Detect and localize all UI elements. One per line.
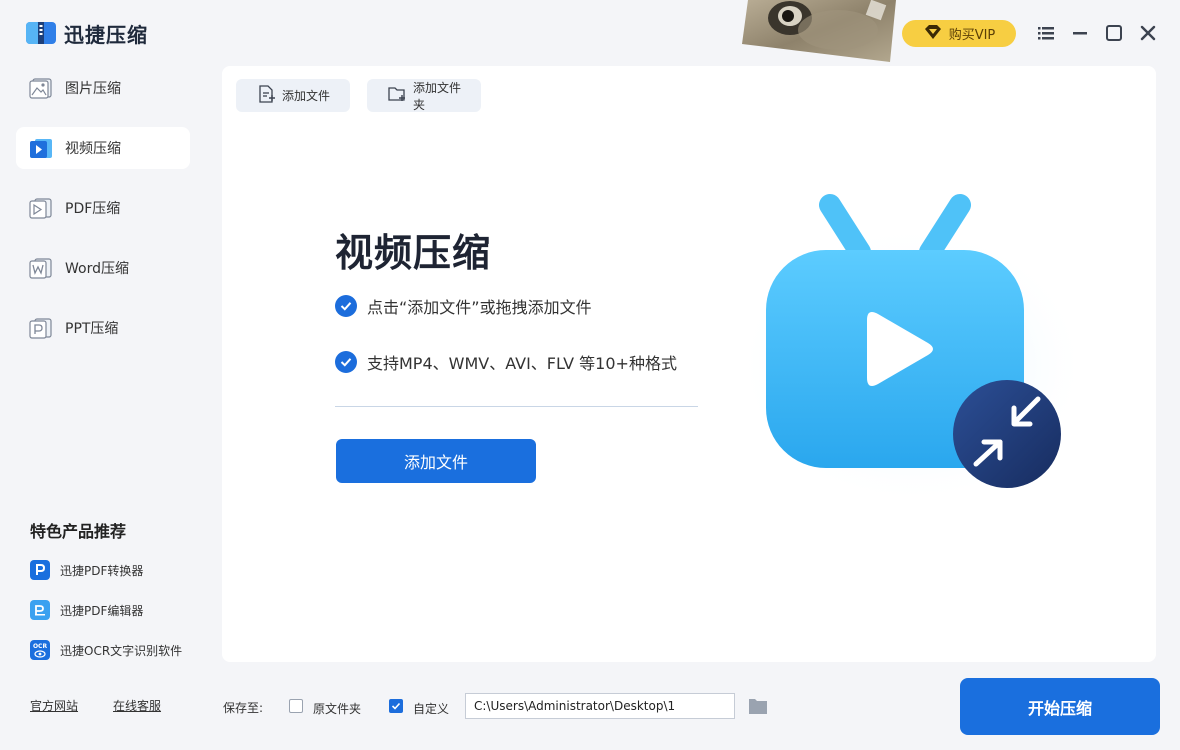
buy-vip-button[interactable]: 购买VIP [902, 20, 1016, 47]
custom-folder-label: 自定义 [413, 702, 450, 716]
sidebar-item-word-compress[interactable]: Word压缩 [16, 247, 190, 289]
recommend-item-pdf-converter[interactable]: 迅捷PDF转换器 [30, 560, 143, 580]
app-title: 迅捷压缩 [64, 23, 148, 47]
menu-icon[interactable] [1035, 22, 1057, 44]
original-folder-checkbox[interactable] [289, 699, 303, 713]
diamond-icon [923, 24, 943, 44]
sidebar-item-label: Word压缩 [65, 261, 129, 277]
start-compress-button[interactable]: 开始压缩 [960, 678, 1160, 735]
sidebar-item-pdf-compress[interactable]: PDF压缩 [16, 187, 190, 229]
word-icon [29, 256, 53, 280]
sidebar-item-video-compress[interactable]: 视频压缩 [16, 127, 190, 169]
ocr-icon: OCR [30, 640, 50, 660]
official-site-link[interactable]: 官方网站 [30, 697, 78, 714]
buy-vip-label: 购买VIP [948, 28, 996, 43]
custom-folder-checkbox[interactable] [389, 699, 403, 713]
app-logo-icon [26, 21, 56, 45]
ocr-icon-text: OCR [32, 642, 48, 650]
add-file-label: 添加文件 [282, 89, 331, 103]
check-circle-icon [335, 295, 357, 317]
add-folder-toolbar-button[interactable]: 添加文件夹 [367, 79, 481, 112]
feature-item: 点击“添加文件”或拖拽添加文件 [335, 294, 592, 318]
minimize-icon[interactable] [1069, 22, 1091, 44]
sidebar-item-image-compress[interactable]: 图片压缩 [16, 67, 190, 109]
recommend-item-label: 迅捷OCR文字识别软件 [60, 643, 183, 658]
add-file-button[interactable]: 添加文件 [336, 439, 536, 483]
sidebar-item-label: PDF压缩 [65, 201, 121, 217]
save-path-input[interactable] [465, 693, 735, 719]
video-icon [29, 136, 53, 160]
folder-icon[interactable] [748, 697, 768, 715]
pdf-converter-icon [30, 560, 50, 580]
video-compress-illustration [737, 180, 1102, 510]
recommend-item-label: 迅捷PDF编辑器 [60, 603, 144, 618]
maximize-icon[interactable] [1103, 22, 1125, 44]
sidebar-item-label: PPT压缩 [65, 321, 119, 337]
feature-item: 支持MP4、WMV、AVI、FLV 等10+种格式 [335, 350, 677, 374]
feature-text: 点击“添加文件”或拖拽添加文件 [367, 298, 592, 317]
check-circle-icon [335, 351, 357, 373]
sidebar-item-label: 视频压缩 [65, 141, 121, 157]
sidebar-item-label: 图片压缩 [65, 81, 121, 97]
add-file-toolbar-button[interactable]: 添加文件 [236, 79, 350, 112]
feature-text: 支持MP4、WMV、AVI、FLV 等10+种格式 [367, 354, 677, 373]
add-folder-label: 添加文件夹 [413, 80, 462, 112]
page-heading: 视频压缩 [335, 231, 492, 275]
recommend-item-ocr[interactable]: OCR 迅捷OCR文字识别软件 [30, 640, 182, 660]
recommend-title: 特色产品推荐 [30, 522, 127, 541]
pdf-editor-icon [30, 600, 50, 620]
close-icon[interactable] [1137, 22, 1159, 44]
add-folder-icon [387, 84, 407, 107]
divider [335, 406, 698, 407]
add-file-icon [256, 84, 276, 107]
check-icon [391, 702, 401, 710]
online-service-link[interactable]: 在线客服 [113, 697, 161, 714]
ppt-icon [29, 316, 53, 340]
image-icon [29, 76, 53, 100]
cat-photo-image [742, 0, 896, 62]
save-to-label: 保存至: [223, 701, 264, 715]
original-folder-label: 原文件夹 [313, 702, 362, 716]
pdf-icon [29, 196, 53, 220]
sidebar-item-ppt-compress[interactable]: PPT压缩 [16, 307, 190, 349]
recommend-item-pdf-editor[interactable]: 迅捷PDF编辑器 [30, 600, 143, 620]
recommend-item-label: 迅捷PDF转换器 [60, 563, 144, 578]
